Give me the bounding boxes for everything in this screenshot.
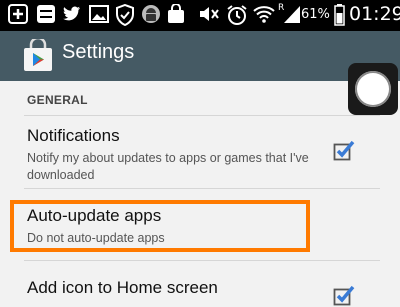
battery-icon: [334, 4, 345, 26]
setting-summary: Notify my about updates to apps or games…: [27, 151, 309, 182]
settings-list: GENERAL Notifications Notify my about up…: [0, 81, 400, 306]
setting-add-icon-home-screen[interactable]: Add icon to Home screen: [0, 261, 400, 306]
add-icon: [8, 4, 28, 24]
alarm-icon: [227, 5, 247, 25]
mute-icon: [200, 7, 219, 21]
image-icon: [89, 5, 109, 23]
assistive-touch-button[interactable]: [348, 63, 398, 115]
android-icon: [142, 5, 160, 23]
setting-title: Notifications: [27, 126, 120, 145]
notifications-checkbox[interactable]: [333, 140, 355, 162]
play-store-icon[interactable]: [22, 39, 54, 73]
equals-icon: [37, 5, 55, 23]
status-bar: R 61% 01:29: [0, 0, 400, 31]
highlight-box: [10, 200, 310, 252]
shield-icon: [116, 4, 134, 26]
page-title: Settings: [62, 41, 135, 63]
signal-icon: [284, 6, 300, 23]
action-bar: Settings: [0, 31, 400, 81]
bag-icon: [168, 4, 184, 23]
twitter-icon: [63, 6, 80, 21]
section-header-general: GENERAL: [27, 93, 88, 107]
clock: 01:29: [349, 3, 400, 25]
circle-icon: [355, 71, 391, 107]
add-icon-checkbox[interactable]: [333, 285, 355, 307]
wifi-icon: [253, 6, 275, 23]
setting-notifications[interactable]: Notifications Notify my about updates to…: [0, 116, 400, 188]
setting-title: Add icon to Home screen: [27, 278, 218, 297]
battery-percent: 61%: [301, 7, 330, 22]
